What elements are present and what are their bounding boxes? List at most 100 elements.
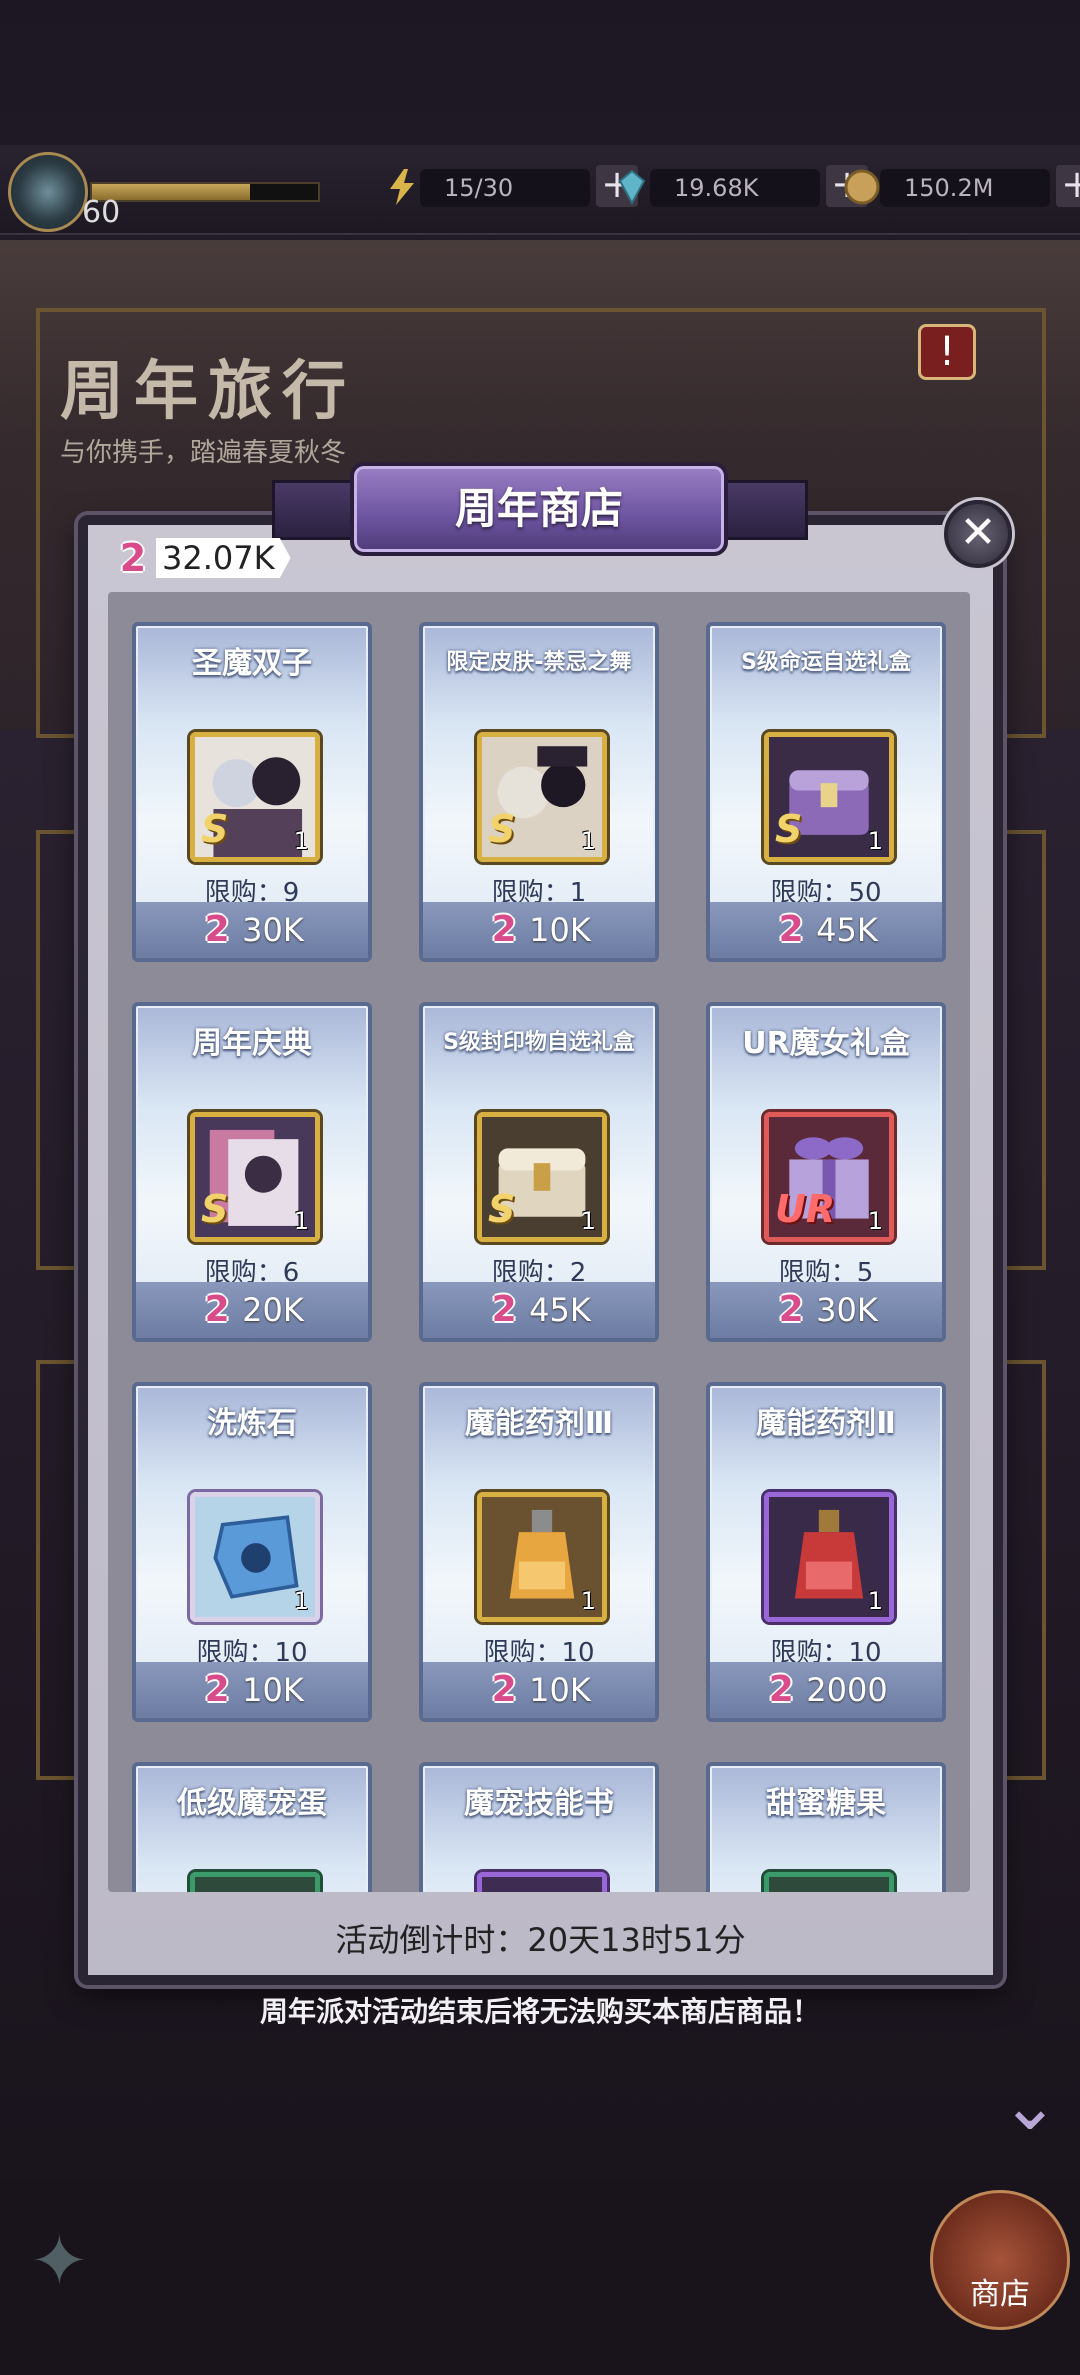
modal-title-plate: 周年商店 — [350, 462, 728, 556]
energy-value: 15/30 — [420, 169, 590, 207]
alert-icon[interactable]: ! — [918, 324, 976, 380]
item-grade: S — [488, 807, 516, 851]
buy-button[interactable]: 2 20K — [136, 1282, 368, 1338]
shop-item-card[interactable]: 魔宠技能书 — [419, 1762, 659, 1892]
gem-value: 19.68K — [650, 169, 820, 207]
item-name: 魔能药剂Ⅲ — [464, 1406, 614, 1441]
item-name: 魔能药剂Ⅱ — [756, 1406, 896, 1441]
item-price: 20K — [242, 1291, 304, 1329]
buy-button[interactable]: 2 45K — [423, 1282, 655, 1338]
item-name: 魔宠技能书 — [464, 1786, 614, 1821]
item-price: 30K — [816, 1291, 878, 1329]
anniversary-currency-icon: 2 — [204, 1289, 230, 1330]
shop-item-card[interactable]: 低级魔宠蛋 — [132, 1762, 372, 1892]
xp-bar — [90, 182, 320, 202]
buy-button[interactable]: 2 30K — [710, 1282, 942, 1338]
item-name: 洗炼石 — [207, 1406, 297, 1441]
event-subtitle: 与你携手，踏遍春夏秋冬 — [60, 438, 347, 468]
shop-item-card[interactable]: 甜蜜糖果 — [706, 1762, 946, 1892]
close-button[interactable]: ✕ — [944, 500, 1012, 568]
item-name: 甜蜜糖果 — [766, 1786, 886, 1821]
item-qty: 1 — [867, 1587, 883, 1615]
player-level: 60 — [82, 195, 121, 230]
item-icon — [190, 1872, 320, 1892]
anniversary-currency-icon: 2 — [204, 1669, 230, 1710]
item-name: S级命运自选礼盒 — [741, 650, 911, 675]
level-emblem-icon[interactable] — [8, 152, 88, 232]
shop-item-card[interactable]: 圣魔双子 S 1 限购：9 2 30K — [132, 622, 372, 962]
anniversary-currency-icon: 2 — [119, 536, 147, 580]
bottom-nav-bar — [0, 2180, 1080, 2375]
anniversary-currency-icon: 2 — [204, 909, 230, 950]
anniversary-currency-icon: 2 — [778, 1289, 804, 1330]
item-icon: 1 — [477, 1492, 607, 1622]
item-icon — [477, 1872, 607, 1892]
item-grade: S — [201, 1187, 229, 1231]
buy-button[interactable]: 2 10K — [423, 902, 655, 958]
item-qty: 1 — [293, 1587, 309, 1615]
item-name: 限定皮肤-禁忌之舞 — [446, 650, 632, 675]
item-icon: S 1 — [477, 732, 607, 862]
buy-button[interactable]: 2 45K — [710, 902, 942, 958]
buy-button[interactable]: 2 10K — [423, 1662, 655, 1718]
item-icon: 1 — [190, 1492, 320, 1622]
shop-item-card[interactable]: UR魔女礼盒 UR 1 限购：5 2 30K — [706, 1002, 946, 1342]
item-grade: UR — [775, 1187, 836, 1231]
shop-button[interactable]: 商店 — [930, 2190, 1070, 2330]
buy-button[interactable]: 2 10K — [136, 1662, 368, 1718]
gold-value: 150.2M — [880, 169, 1050, 207]
item-name: 圣魔双子 — [192, 646, 312, 681]
shop-item-card[interactable]: 魔能药剂Ⅲ 1 限购：10 2 10K — [419, 1382, 659, 1722]
buy-button[interactable]: 2 30K — [136, 902, 368, 958]
modal-title: 周年商店 — [454, 484, 623, 533]
event-title: 周年旅行 — [60, 355, 356, 429]
item-qty: 1 — [867, 1207, 883, 1235]
shop-item-card[interactable]: 洗炼石 1 限购：10 2 10K — [132, 1382, 372, 1722]
anniversary-currency-icon: 2 — [768, 1669, 794, 1710]
item-icon: S 1 — [477, 1112, 607, 1242]
item-icon: UR 1 — [764, 1112, 894, 1242]
item-price: 2000 — [806, 1671, 888, 1709]
item-name: 周年庆典 — [192, 1026, 312, 1061]
shop-item-card[interactable]: 周年庆典 S 1 限购：6 2 20K — [132, 1002, 372, 1342]
shop-item-card[interactable]: S级封印物自选礼盒 S 1 限购：2 2 45K — [419, 1002, 659, 1342]
lightning-icon — [390, 169, 414, 205]
item-icon: S 1 — [764, 732, 894, 862]
anniversary-currency-icon: 2 — [491, 1669, 517, 1710]
chevron-down-icon[interactable]: ⌄ — [990, 2070, 1070, 2140]
item-qty: 1 — [580, 1587, 596, 1615]
shop-grid[interactable]: 圣魔双子 S 1 限购：9 2 30K 限定皮肤-禁忌之舞 S 1 限购：1 2… — [108, 592, 970, 1892]
item-price: 30K — [242, 911, 304, 949]
item-name: 低级魔宠蛋 — [177, 1786, 327, 1821]
shop-item-card[interactable]: 限定皮肤-禁忌之舞 S 1 限购：1 2 10K — [419, 622, 659, 962]
item-icon: S 1 — [190, 732, 320, 862]
balance-value: 32.07K — [156, 538, 291, 578]
item-price: 10K — [242, 1671, 304, 1709]
item-qty: 1 — [580, 827, 596, 855]
item-qty: 1 — [580, 1207, 596, 1235]
item-grade: S — [488, 1187, 516, 1231]
item-grade: S — [775, 807, 803, 851]
buy-button[interactable]: 2 2000 — [710, 1662, 942, 1718]
event-countdown: 活动倒计时：20天13时51分 — [335, 1921, 746, 1959]
add-gold-button[interactable]: + — [1056, 165, 1080, 207]
game-logo-icon[interactable]: ✦ — [30, 2220, 160, 2302]
diamond-icon — [618, 169, 646, 206]
shop-item-card[interactable]: 魔能药剂Ⅱ 1 限购：10 2 2000 — [706, 1382, 946, 1722]
item-price: 10K — [529, 1671, 591, 1709]
shop-button-label: 商店 — [970, 2277, 1030, 2312]
currency-balance: 2 32.07K — [116, 536, 291, 580]
item-qty: 1 — [293, 827, 309, 855]
item-name: S级封印物自选礼盒 — [443, 1030, 635, 1055]
item-price: 10K — [529, 911, 591, 949]
item-icon — [764, 1872, 894, 1892]
anniversary-currency-icon: 2 — [491, 1289, 517, 1330]
coin-icon — [844, 169, 880, 205]
item-qty: 1 — [293, 1207, 309, 1235]
item-qty: 1 — [867, 827, 883, 855]
shop-notice: 周年派对活动结束后将无法购买本商店商品！ — [259, 1995, 820, 2028]
item-price: 45K — [816, 911, 878, 949]
item-icon: S 1 — [190, 1112, 320, 1242]
anniversary-currency-icon: 2 — [491, 909, 517, 950]
shop-item-card[interactable]: S级命运自选礼盒 S 1 限购：50 2 45K — [706, 622, 946, 962]
